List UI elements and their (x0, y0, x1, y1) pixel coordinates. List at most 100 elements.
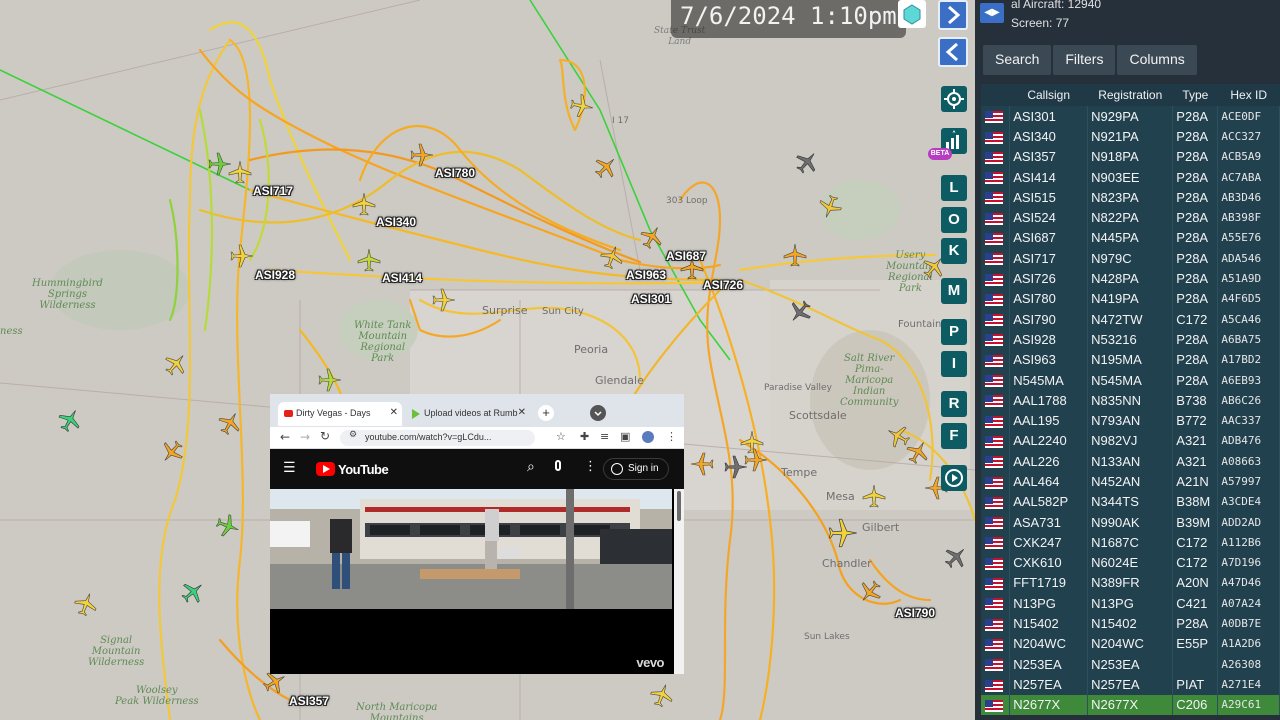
tab-filters[interactable]: Filters (1053, 45, 1116, 75)
table-row[interactable]: AAL195 N793AN B772 AAC337 (981, 410, 1280, 431)
aircraft-icon[interactable] (410, 143, 434, 167)
aircraft-icon[interactable] (228, 160, 252, 184)
callsign-label[interactable]: ASI726 (703, 278, 743, 292)
table-row[interactable]: AAL1788 N835NN B738 AB6C26 (981, 390, 1280, 411)
table-row[interactable]: ASI524 N822PA P28A AB398F (981, 207, 1280, 228)
aircraft-icon[interactable] (216, 514, 240, 538)
table-row[interactable]: N2677X N2677X C206 A29C61 (981, 694, 1280, 715)
table-row[interactable]: N204WC N204WC E55P A1A2D6 (981, 633, 1280, 655)
callsign-label[interactable]: ASI963 (626, 268, 666, 282)
browser-tab-active[interactable]: Dirty Vegas - Days ✕ (278, 402, 402, 426)
layer-toggle-button[interactable]: P (941, 319, 967, 345)
table-row[interactable]: ASI717 N979C P28A ADA546 (981, 248, 1280, 269)
scrollbar[interactable] (674, 489, 684, 674)
microphone-icon[interactable] (555, 460, 561, 471)
aircraft-icon[interactable] (862, 484, 886, 508)
table-row[interactable]: ASI687 N445PA P28A A55E76 (981, 227, 1280, 249)
column-header-type[interactable]: Type (1172, 84, 1218, 106)
aircraft-icon[interactable] (650, 683, 674, 707)
toggle-sidebar-button[interactable]: ◀▶ (980, 3, 1004, 23)
aircraft-icon[interactable] (318, 368, 342, 392)
table-row[interactable]: FFT1719 N389FR A20N A47D46 (981, 572, 1280, 594)
layer-toggle-button[interactable]: R (941, 391, 967, 417)
callsign-label[interactable]: ASI414 (382, 271, 422, 285)
aircraft-icon[interactable] (357, 248, 381, 272)
table-row[interactable]: ASI515 N823PA P28A AB3D46 (981, 187, 1280, 208)
table-row[interactable]: CXK610 N6024E C172 A7D196 (981, 552, 1280, 573)
site-info-icon[interactable]: ⚙ (349, 430, 357, 440)
tab-search[interactable]: Search (983, 45, 1052, 75)
aircraft-icon[interactable] (164, 352, 188, 376)
table-row[interactable]: ASI357 N918PA P28A ACB5A9 (981, 146, 1280, 167)
aircraft-icon[interactable] (181, 580, 205, 604)
callsign-label[interactable]: ASI357 (289, 694, 329, 708)
aircraft-icon[interactable] (570, 94, 594, 118)
aircraft-icon[interactable] (744, 448, 768, 472)
aircraft-icon[interactable] (828, 518, 858, 548)
table-row[interactable]: ASI301 N929PA P28A ACE0DF (981, 106, 1280, 127)
aircraft-icon[interactable] (218, 411, 242, 435)
table-row[interactable]: ASI726 N428PA P28A A51A9D (981, 268, 1280, 289)
star-icon[interactable]: ☆ (556, 430, 566, 443)
tab-columns[interactable]: Columns (1117, 45, 1197, 75)
table-row[interactable]: N257EA N257EA PIAT A271E4 (981, 674, 1280, 695)
video-popup-window[interactable]: Dirty Vegas - Days ✕ Upload videos at Ru… (270, 394, 684, 674)
url-field[interactable]: youtube.com/watch?v=gLCdu... (340, 430, 535, 446)
aircraft-icon[interactable] (944, 545, 968, 569)
layer-toggle-button[interactable]: K (941, 238, 967, 264)
aircraft-icon[interactable] (788, 300, 812, 324)
aircraft-icon[interactable] (432, 288, 456, 312)
collapse-sidebar-button[interactable] (938, 37, 968, 67)
aircraft-icon[interactable] (690, 452, 714, 476)
video-player[interactable] (270, 489, 672, 609)
youtube-wordmark[interactable]: YouTube (338, 462, 389, 477)
table-row[interactable]: ASI414 N903EE P28A AC7ABA (981, 166, 1280, 188)
aircraft-icon[interactable] (352, 192, 376, 216)
aircraft-icon[interactable] (58, 408, 82, 432)
aircraft-icon[interactable] (858, 580, 882, 604)
aircraft-icon[interactable] (594, 155, 618, 179)
column-header-hex[interactable]: Hex ID (1217, 84, 1280, 106)
aircraft-icon[interactable] (74, 592, 98, 616)
browser-tab[interactable]: Upload videos at Rumb ✕ (406, 402, 530, 426)
callsign-label[interactable]: ASI340 (376, 215, 416, 229)
profile-avatar[interactable] (642, 431, 654, 443)
table-row[interactable]: N13PG N13PG C421 A07A24 (981, 593, 1280, 614)
aircraft-icon[interactable] (230, 244, 254, 268)
aircraft-icon[interactable] (795, 150, 819, 174)
table-row[interactable]: CXK247 N1687C C172 A112B6 (981, 532, 1280, 553)
table-row[interactable]: ASI790 N472TW C172 A5CA46 (981, 308, 1280, 330)
callsign-label[interactable]: ASI687 (666, 249, 706, 263)
aircraft-icon[interactable] (160, 440, 184, 464)
settings-button[interactable] (941, 86, 967, 112)
layer-toggle-button[interactable]: I (941, 351, 967, 377)
search-icon[interactable]: ⌕ (527, 459, 535, 475)
column-header-registration[interactable]: Registration (1087, 84, 1173, 106)
callsign-label[interactable]: ASI301 (631, 292, 671, 306)
aircraft-icon[interactable] (906, 440, 930, 464)
new-tab-button[interactable]: + (538, 405, 554, 421)
layer-toggle-button[interactable]: F (941, 423, 967, 449)
back-icon[interactable]: ← (280, 430, 290, 444)
table-row[interactable]: ASA731 N990AK B39M ADD2AD (981, 511, 1280, 533)
table-row[interactable]: AAL464 N452AN A21N A57997 (981, 471, 1280, 492)
table-row[interactable]: N15402 N15402 P28A A0DB7E (981, 613, 1280, 634)
scrollbar-thumb[interactable] (677, 491, 681, 521)
table-row[interactable]: AAL226 N133AN A321 A08663 (981, 451, 1280, 472)
callsign-label[interactable]: ASI928 (255, 268, 295, 282)
expand-sidebar-button[interactable] (938, 0, 968, 30)
sign-in-button[interactable]: Sign in (603, 458, 669, 480)
layer-toggle-button[interactable]: M (941, 278, 967, 304)
table-row[interactable]: N253EA N253EA A26308 (981, 654, 1280, 675)
menu-icon[interactable]: ☰ (283, 460, 296, 476)
table-row[interactable]: AAL2240 N982VJ A321 ADB476 (981, 430, 1280, 452)
reload-icon[interactable]: ↻ (320, 429, 330, 443)
forward-icon[interactable]: → (300, 430, 310, 444)
replay-button[interactable] (941, 465, 967, 491)
table-row[interactable]: AAL582P N344TS B38M A3CDE4 (981, 491, 1280, 512)
table-row[interactable]: N545MA N545MA P28A A6EB93 (981, 369, 1280, 391)
more-vert-icon[interactable]: ⋮ (584, 459, 597, 474)
aircraft-icon[interactable] (600, 245, 624, 269)
split-view-icon[interactable]: ▣ (620, 430, 630, 443)
callsign-label[interactable]: ASI780 (435, 166, 475, 180)
